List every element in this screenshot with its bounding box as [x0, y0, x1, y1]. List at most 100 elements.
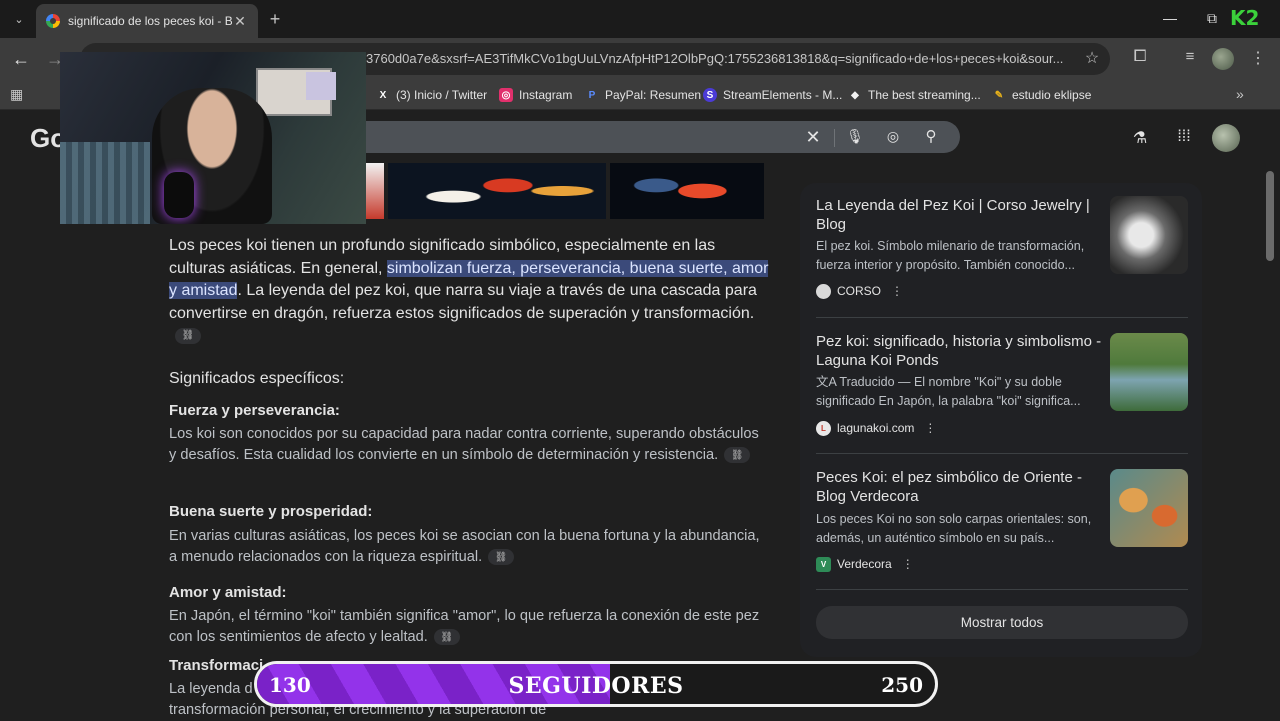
- search-results: Los peces koi tienen un profundo signifi…: [0, 163, 1280, 720]
- bookmark-label: The best streaming...: [868, 88, 981, 102]
- site-name: CORSO: [837, 284, 882, 298]
- more-options-icon[interactable]: ⋮: [902, 557, 914, 571]
- apps-grid-icon[interactable]: ▦: [10, 86, 28, 104]
- koi-image[interactable]: [366, 163, 384, 219]
- ai-overview-intro: Los peces koi tienen un profundo signifi…: [169, 235, 769, 348]
- google-lens-icon[interactable]: ◎: [884, 128, 902, 146]
- account-avatar[interactable]: [1212, 124, 1240, 152]
- new-tab-button[interactable]: +: [264, 8, 286, 30]
- source-title[interactable]: Peces Koi: el pez simbólico de Oriente -…: [816, 468, 1106, 506]
- labs-flask-icon[interactable]: ⚗: [1130, 128, 1150, 148]
- source-snippet: 文A Traducido — El nombre "Koi" y su dobl…: [816, 375, 1081, 408]
- followers-label: SEGUIDORES: [508, 673, 684, 699]
- source-snippet: Los peces Koi no son solo carpas orienta…: [816, 512, 1092, 545]
- link-icon[interactable]: ⛓: [175, 328, 201, 345]
- streaming-icon: ◆: [851, 89, 859, 101]
- divider: [816, 453, 1188, 454]
- source-title[interactable]: La Leyenda del Pez Koi | Corso Jewelry |…: [816, 196, 1106, 234]
- media-control-icon[interactable]: ≡: [1180, 48, 1200, 68]
- microphone-icon[interactable]: 🎙: [846, 128, 864, 146]
- bookmark-instagram[interactable]: ◎ Instagram: [499, 85, 572, 105]
- item-text: En varias culturas asiáticas, los peces …: [169, 526, 769, 568]
- verdecora-favicon-icon: V: [816, 556, 831, 572]
- url-text[interactable]: 3760d0a7e&sxsrf=AE3TifMkCVo1bgUuLVnzAfpH…: [366, 51, 1076, 66]
- page-scrollbar[interactable]: [1266, 171, 1274, 261]
- webcam-background: [60, 142, 150, 224]
- corso-favicon-icon: [816, 283, 831, 299]
- back-arrow-icon[interactable]: ←: [10, 48, 32, 70]
- bookmark-label: StreamElements - M...: [723, 88, 843, 102]
- followers-goal-bar: 130 SEGUIDORES 250: [254, 661, 938, 707]
- bookmark-paypal[interactable]: P PayPal: Resumen: [585, 85, 701, 105]
- link-icon[interactable]: ⛓: [488, 549, 515, 566]
- more-options-icon[interactable]: ⋮: [891, 284, 903, 298]
- source-thumbnail[interactable]: [1110, 333, 1188, 411]
- webcam-overlay: [60, 52, 366, 224]
- bookmark-eklipse[interactable]: ✎ estudio eklipse: [992, 85, 1092, 105]
- bookmark-streamelements[interactable]: S StreamElements - M...: [703, 85, 842, 105]
- paypal-icon: P: [588, 89, 596, 101]
- source-title[interactable]: Pez koi: significado, historia y simboli…: [816, 332, 1106, 370]
- divider: [816, 317, 1188, 318]
- more-options-icon[interactable]: ⋮: [924, 421, 936, 435]
- tab-strip: ⌄ significado de los peces koi - B... ✕ …: [0, 0, 1280, 38]
- item-title: Amor y amistad:: [169, 584, 287, 601]
- item-title: Buena suerte y prosperidad:: [169, 503, 373, 520]
- bookmark-streaming[interactable]: ◆ The best streaming...: [848, 85, 981, 105]
- tab-search-button[interactable]: ⌄: [8, 9, 30, 29]
- source-site[interactable]: V Verdecora ⋮: [816, 555, 914, 573]
- google-apps-icon[interactable]: ⁞⁞⁞: [1174, 128, 1194, 148]
- show-all-button[interactable]: Mostrar todos: [816, 606, 1188, 639]
- bookmark-label: estudio eklipse: [1012, 88, 1092, 102]
- bookmark-label: (3) Inicio / Twitter: [396, 88, 488, 102]
- tab-close-icon[interactable]: ✕: [232, 13, 248, 30]
- site-name: Verdecora: [837, 557, 892, 571]
- source-thumbnail[interactable]: [1110, 196, 1188, 274]
- item-text: Los koi son conocidos por su capacidad p…: [169, 424, 769, 466]
- section-heading: Significados específicos:: [169, 370, 345, 387]
- bookmarks-overflow-icon[interactable]: »: [1236, 86, 1254, 102]
- source-thumbnail[interactable]: [1110, 469, 1188, 547]
- streamer-logo: K2: [1230, 6, 1260, 30]
- bookmark-label: Instagram: [519, 88, 573, 102]
- webcam-poster: [306, 72, 336, 100]
- item-body: En Japón, el término "koi" también signi…: [169, 608, 760, 645]
- koi-image[interactable]: [610, 163, 764, 219]
- divider: [816, 589, 1188, 590]
- extensions-icon[interactable]: ⧠: [1130, 48, 1150, 68]
- link-icon[interactable]: ⛓: [433, 629, 460, 646]
- item-text: En Japón, el término "koi" también signi…: [169, 606, 769, 648]
- webcam-microphone: [164, 172, 194, 218]
- kebab-menu-icon[interactable]: ⋮: [1248, 48, 1268, 68]
- followers-goal: 250: [881, 673, 923, 697]
- minimize-icon[interactable]: —: [1158, 6, 1182, 30]
- google-favicon-icon: [46, 14, 60, 28]
- bookmark-star-icon[interactable]: ☆: [1082, 48, 1102, 68]
- tab-title: significado de los peces koi - B...: [68, 14, 232, 28]
- item-body: Los koi son conocidos por su capacidad p…: [169, 426, 759, 463]
- lagunakoi-favicon-icon: L: [816, 420, 831, 436]
- instagram-icon: ◎: [499, 88, 513, 102]
- streamelements-icon: S: [703, 88, 717, 102]
- eklipse-icon: ✎: [994, 89, 1004, 101]
- source-snippet: El pez koi. Símbolo milenario de transfo…: [816, 239, 1085, 272]
- intro-text: . La leyenda del pez koi, que narra su v…: [169, 282, 757, 322]
- x-logo-icon: X: [379, 89, 387, 101]
- source-site[interactable]: CORSO ⋮: [816, 282, 903, 300]
- bookmark-label: PayPal: Resumen: [605, 88, 702, 102]
- divider: [834, 129, 835, 147]
- tab-active[interactable]: significado de los peces koi - B... ✕: [36, 4, 258, 38]
- item-title: Transformaci: [169, 657, 264, 674]
- site-name: lagunakoi.com: [837, 421, 915, 435]
- koi-image[interactable]: [388, 163, 606, 219]
- item-body: En varias culturas asiáticas, los peces …: [169, 528, 760, 565]
- search-icon[interactable]: ⚲: [922, 127, 940, 145]
- clear-search-icon[interactable]: ✕: [804, 128, 822, 146]
- restore-icon[interactable]: ⧉: [1200, 6, 1224, 30]
- source-site[interactable]: L lagunakoi.com ⋮: [816, 419, 936, 437]
- bookmark-twitter[interactable]: X (3) Inicio / Twitter: [376, 85, 487, 105]
- link-icon[interactable]: ⛓: [724, 447, 751, 464]
- item-title: Fuerza y perseverancia:: [169, 402, 340, 419]
- profile-avatar[interactable]: [1212, 48, 1234, 70]
- koi-image-strip: [366, 163, 764, 219]
